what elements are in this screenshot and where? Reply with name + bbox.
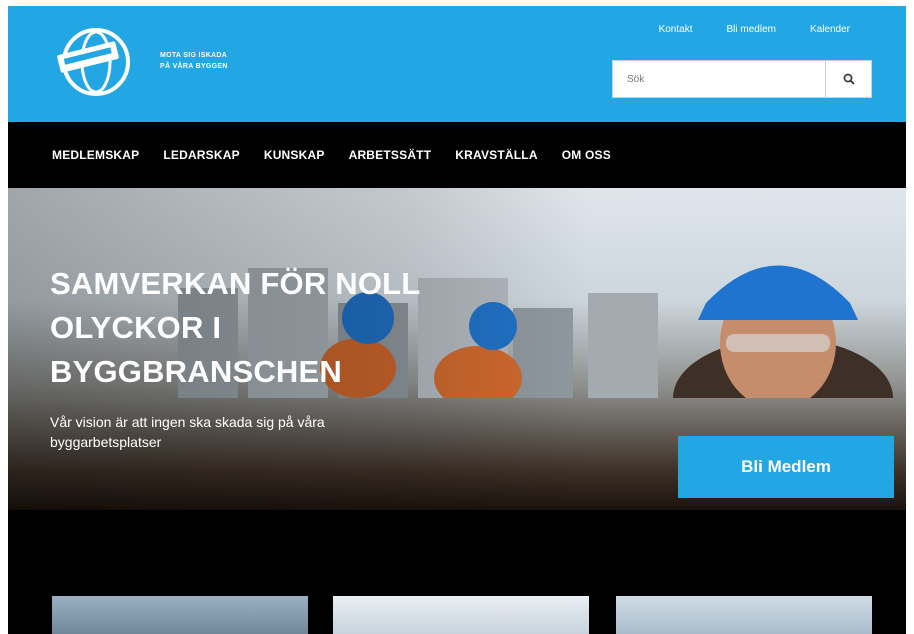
search-bar [612,60,872,98]
hero-subtitle: Vår vision är att ingen ska skada sig på… [50,414,325,450]
nav-item-kunskap[interactable]: KUNSKAP [264,148,325,162]
bli-medlem-button[interactable]: Bli Medlem [678,436,894,498]
link-bli-medlem[interactable]: Bli medlem [727,24,776,35]
nav-item-arbetssatt[interactable]: ARBETSSÄTT [349,148,432,162]
link-kontakt[interactable]: Kontakt [659,24,693,35]
site-header: MOTA SIG ISKADA PÅ VÅRA BYGGEN Kontakt B… [8,6,906,122]
hero-banner: SAMVERKAN FÖR NOLL OLYCKOR I BYGGBRANSCH… [8,188,906,510]
nav-item-ledarskap[interactable]: LEDARSKAP [163,148,239,162]
nav-item-om-oss[interactable]: OM OSS [562,148,611,162]
search-icon [843,73,855,85]
site-logo[interactable] [54,24,134,100]
page-frame: MOTA SIG ISKADA PÅ VÅRA BYGGEN Kontakt B… [8,6,906,634]
tagline-line-1: MOTA SIG ISKADA [160,52,228,59]
tagline-line-2: PÅ VÅRA BYGGEN [160,63,228,70]
site-tagline: MOTA SIG ISKADA PÅ VÅRA BYGGEN [160,50,228,72]
search-input[interactable] [613,61,825,97]
main-nav: MEDLEMSKAP LEDARSKAP KUNSKAP ARBETSSÄTT … [8,122,906,188]
search-button[interactable] [825,61,871,97]
nav-item-kravstalla[interactable]: KRAVSTÄLLA [455,148,537,162]
card-image-3[interactable] [616,596,872,634]
card-image-1[interactable] [52,596,308,634]
link-kalender[interactable]: Kalender [810,24,850,35]
hero-title: SAMVERKAN FÖR NOLL OLYCKOR I BYGGBRANSCH… [50,266,420,389]
nav-item-medlemskap[interactable]: MEDLEMSKAP [52,148,139,162]
card-image-2[interactable] [333,596,589,634]
utility-links: Kontakt Bli medlem Kalender [659,24,850,35]
